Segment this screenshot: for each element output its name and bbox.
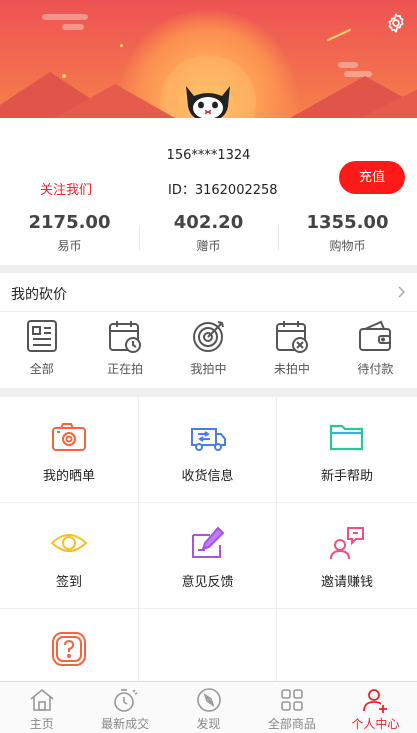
follow-us-link[interactable]: 关注我们 <box>40 179 92 198</box>
wallet-icon <box>359 320 392 351</box>
cloud-decoration <box>42 14 88 20</box>
profile-screen: 156****1324 关注我们 ID：3162002258 充值 2175.0… <box>0 0 417 733</box>
calendar-clock-icon <box>109 321 142 353</box>
service-check-in[interactable]: 签到 <box>0 503 139 609</box>
tab-discover[interactable]: 发现 <box>167 682 250 733</box>
calendar-x-icon <box>275 321 308 353</box>
tab-label: 发现 <box>196 717 221 731</box>
recharge-button[interactable]: 充值 <box>339 161 405 194</box>
stat-gouwubi[interactable]: 1355.00 购物币 <box>278 208 417 260</box>
stat-value: 402.20 <box>173 212 244 233</box>
shooting-star-decoration <box>326 28 352 42</box>
my-bargain-section: 我的砍价 全部 正在拍 我拍中 未拍中 待付款 <box>0 273 417 388</box>
truck-icon <box>190 428 226 451</box>
service-label: 邀请赚钱 <box>320 575 373 590</box>
user-icon <box>363 689 388 713</box>
chevron-right-icon <box>398 286 406 298</box>
bargain-item-label: 我拍中 <box>190 362 227 376</box>
compass-icon <box>196 688 221 712</box>
folder-icon <box>329 424 364 451</box>
bargain-item-label: 未拍中 <box>273 362 310 376</box>
feedback-pen-icon <box>191 526 224 558</box>
tab-label: 全部商品 <box>267 717 316 731</box>
service-label: 意见反馈 <box>181 575 234 590</box>
tab-home[interactable]: 主页 <box>0 682 83 733</box>
home-icon <box>30 688 54 711</box>
stat-value: 1355.00 <box>306 212 389 233</box>
target-icon <box>192 321 224 352</box>
tab-label: 个人中心 <box>351 717 400 731</box>
service-label: 新手帮助 <box>320 469 373 484</box>
service-label: 收货信息 <box>181 469 234 484</box>
user-info-card: 156****1324 关注我们 ID：3162002258 充值 2175.0… <box>0 118 417 265</box>
services-grid: 我的晒单 收货信息 新手帮助 签到 意见反馈 邀请赚钱 <box>0 397 417 715</box>
list-icon <box>26 320 57 352</box>
balance-stats: 2175.00 易币 402.20 赠币 1355.00 购物币 <box>0 208 417 260</box>
bottom-tab-bar: 主页 最新成交 发现 全部商品 个人中心 <box>0 681 417 733</box>
service-beginner-help[interactable]: 新手帮助 <box>277 397 417 503</box>
settings-gear-icon[interactable] <box>385 12 407 34</box>
user-id: ID：3162002258 <box>168 183 278 198</box>
tab-label: 主页 <box>29 717 54 731</box>
mountain-decoration <box>55 84 175 118</box>
tab-label: 最新成交 <box>101 717 150 731</box>
service-invite-earn[interactable]: 邀请赚钱 <box>277 503 417 609</box>
bargain-item-unpaid[interactable]: 待付款 <box>334 312 417 388</box>
bargain-item-won[interactable]: 我拍中 <box>167 312 250 388</box>
tab-latest-deals[interactable]: 最新成交 <box>83 682 166 733</box>
stat-label: 易币 <box>57 239 82 253</box>
bargain-item-label: 待付款 <box>357 362 394 376</box>
mountain-decoration <box>360 88 417 118</box>
bargain-item-all[interactable]: 全部 <box>0 312 83 388</box>
service-label: 我的晒单 <box>42 469 95 484</box>
stat-yibi[interactable]: 2175.00 易币 <box>0 208 139 260</box>
section-title: 我的砍价 <box>11 287 67 303</box>
bargain-status-list: 全部 正在拍 我拍中 未拍中 待付款 <box>0 312 417 388</box>
question-icon <box>52 632 86 666</box>
stat-label: 购物币 <box>329 239 366 253</box>
stopwatch-icon <box>114 689 138 712</box>
tab-all-products[interactable]: 全部商品 <box>250 682 333 733</box>
bargain-item-ongoing[interactable]: 正在拍 <box>83 312 166 388</box>
eye-icon <box>50 534 88 552</box>
bargain-item-lost[interactable]: 未拍中 <box>250 312 333 388</box>
camera-icon <box>52 423 86 451</box>
stat-value: 2175.00 <box>28 212 111 233</box>
service-my-showcase[interactable]: 我的晒单 <box>0 397 139 503</box>
service-label: 签到 <box>55 575 82 590</box>
grid-icon <box>281 689 303 711</box>
tab-profile[interactable]: 个人中心 <box>334 682 417 733</box>
stat-label: 赠币 <box>196 239 221 253</box>
bargain-item-label: 正在拍 <box>107 362 144 376</box>
star-decoration <box>120 44 123 47</box>
invite-chat-icon <box>330 527 364 560</box>
my-bargain-header[interactable]: 我的砍价 <box>0 273 417 312</box>
service-shipping-info[interactable]: 收货信息 <box>139 397 277 503</box>
cloud-decoration <box>62 24 84 30</box>
stat-zengbi[interactable]: 402.20 赠币 <box>139 208 278 260</box>
service-feedback[interactable]: 意见反馈 <box>139 503 277 609</box>
bargain-item-label: 全部 <box>29 362 54 376</box>
cloud-decoration <box>338 62 358 68</box>
